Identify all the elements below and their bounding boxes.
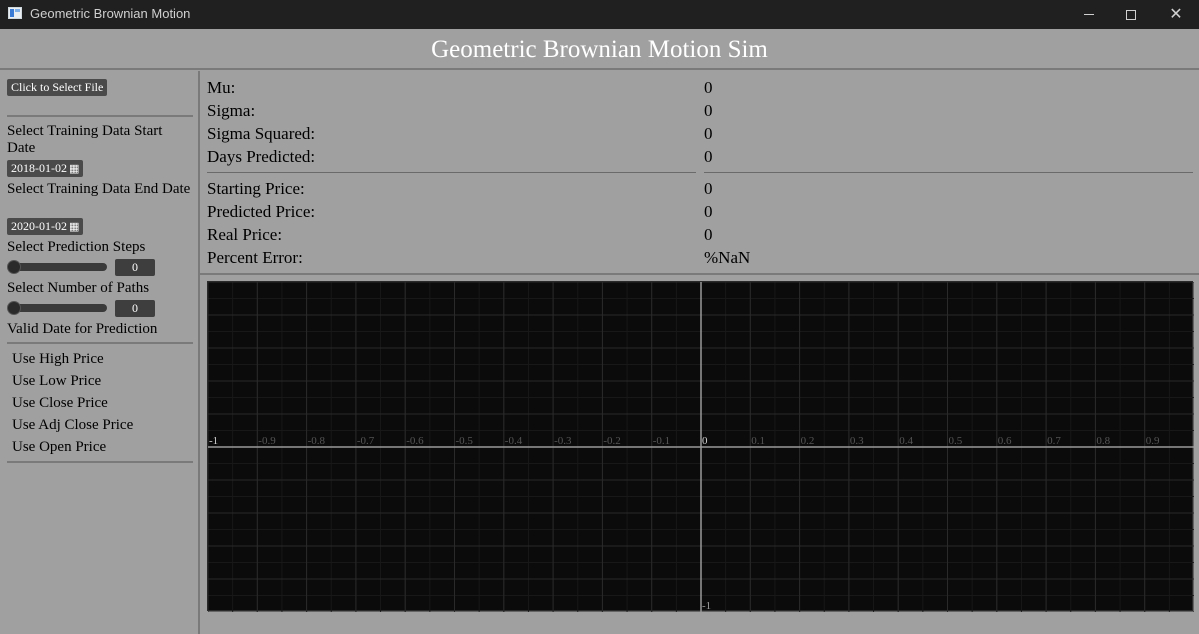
x-tick-label: -0.2 <box>603 435 620 447</box>
use-open-price-option[interactable]: Use Open Price <box>12 436 106 458</box>
simulation-chart[interactable]: -1 -0.9 -0.8 -0.7 -0.6 -0.5 -0.4 -0.3 -0.2 -0.1 0 0… <box>207 281 1194 612</box>
x-tick-label: 0.6 <box>998 435 1012 447</box>
x-tick-label: 0.8 <box>1096 435 1110 447</box>
divider <box>7 115 193 117</box>
use-adj-close-price-option[interactable]: Use Adj Close Price <box>12 414 133 436</box>
close-button[interactable]: ✕ <box>1153 0 1199 29</box>
divider <box>207 172 696 173</box>
x-tick-label: 0.7 <box>1047 435 1061 447</box>
real-price-value: 0 <box>704 225 713 244</box>
sigma-value: 0 <box>704 101 713 120</box>
start-date-picker[interactable]: 2018-01-02 ▦ <box>7 160 84 177</box>
mu-value: 0 <box>704 78 713 97</box>
x-tick-label: -0.1 <box>653 435 670 447</box>
prediction-steps-input[interactable]: 0 <box>115 259 155 276</box>
minimize-button[interactable] <box>1066 0 1112 29</box>
start-date-label: Select Training Data Start Date <box>7 123 163 156</box>
days-predicted-value: 0 <box>704 147 713 166</box>
predicted-price-label: Predicted Price: <box>207 202 316 221</box>
x-tick-label: -0.3 <box>554 435 572 447</box>
sigma-squared-value: 0 <box>704 124 713 143</box>
x-tick-label: 0.4 <box>899 435 913 447</box>
x-tick-label: 0.2 <box>801 435 815 447</box>
window-title: Geometric Brownian Motion <box>30 6 191 21</box>
paths-label: Select Number of Paths <box>7 280 150 296</box>
maximize-icon <box>1126 9 1136 20</box>
divider <box>7 461 193 463</box>
slider-handle[interactable] <box>7 260 21 274</box>
starting-price-label: Starting Price: <box>207 179 305 198</box>
end-date-label: Select Training Data End Date <box>7 181 191 197</box>
paths-slider[interactable] <box>7 301 107 315</box>
y-tick-label: -1 <box>702 600 711 612</box>
calendar-icon: ▦ <box>69 221 80 233</box>
maximize-button[interactable] <box>1108 0 1154 29</box>
sigma-squared-label: Sigma Squared: <box>207 124 316 143</box>
x-tick-label: -0.7 <box>357 435 375 447</box>
prediction-steps-label: Select Prediction Steps <box>7 239 146 255</box>
end-date-value: 2020-01-02 <box>11 219 67 233</box>
minimize-icon <box>1084 14 1094 15</box>
select-file-button[interactable]: Click to Select File <box>7 79 108 96</box>
percent-error-label: Percent Error: <box>207 248 303 267</box>
app-icon <box>8 7 22 19</box>
sigma-label: Sigma: <box>207 101 256 120</box>
x-tick-label: -0.5 <box>456 435 474 447</box>
start-date-value: 2018-01-02 <box>11 161 67 175</box>
use-low-price-option[interactable]: Use Low Price <box>12 370 101 392</box>
calendar-icon: ▦ <box>69 163 80 175</box>
x-tick-label: 0.3 <box>850 435 864 447</box>
real-price-label: Real Price: <box>207 225 283 244</box>
use-high-price-option[interactable]: Use High Price <box>12 348 104 370</box>
chart-canvas: -1 -0.9 -0.8 -0.7 -0.6 -0.5 -0.4 -0.3 -0.2 -0.1 0 0… <box>208 282 1194 612</box>
divider <box>704 172 1193 173</box>
use-close-price-option[interactable]: Use Close Price <box>12 392 108 414</box>
mu-label: Mu: <box>207 78 236 97</box>
close-icon: ✕ <box>1169 5 1183 23</box>
paths-input[interactable]: 0 <box>115 300 155 317</box>
sidebar: Click to Select File Select Training Dat… <box>0 71 200 634</box>
prediction-steps-slider[interactable] <box>7 260 107 274</box>
title-bar: Geometric Brownian Motion ✕ <box>0 0 1199 29</box>
valid-date-label: Valid Date for Prediction <box>7 321 158 337</box>
x-tick-label: 0 <box>702 435 708 447</box>
x-tick-label: 0.5 <box>949 435 963 447</box>
x-tick-label: -0.4 <box>505 435 523 447</box>
slider-handle[interactable] <box>7 301 21 315</box>
app-heading: Geometric Brownian Motion Sim <box>0 29 1199 70</box>
starting-price-value: 0 <box>704 179 713 198</box>
predicted-price-value: 0 <box>704 202 713 221</box>
x-tick-label: -0.6 <box>406 435 424 447</box>
days-predicted-label: Days Predicted: <box>207 147 316 166</box>
x-tick-label: -1 <box>209 435 218 447</box>
x-tick-label: -0.8 <box>308 435 326 447</box>
end-date-picker[interactable]: 2020-01-02 ▦ <box>7 218 84 235</box>
percent-error-value: %NaN <box>704 248 751 267</box>
divider <box>7 342 193 344</box>
x-tick-label: -0.9 <box>258 435 276 447</box>
divider <box>200 273 1199 275</box>
x-tick-label: 0.1 <box>751 435 765 447</box>
x-tick-label: 0.9 <box>1146 435 1160 447</box>
